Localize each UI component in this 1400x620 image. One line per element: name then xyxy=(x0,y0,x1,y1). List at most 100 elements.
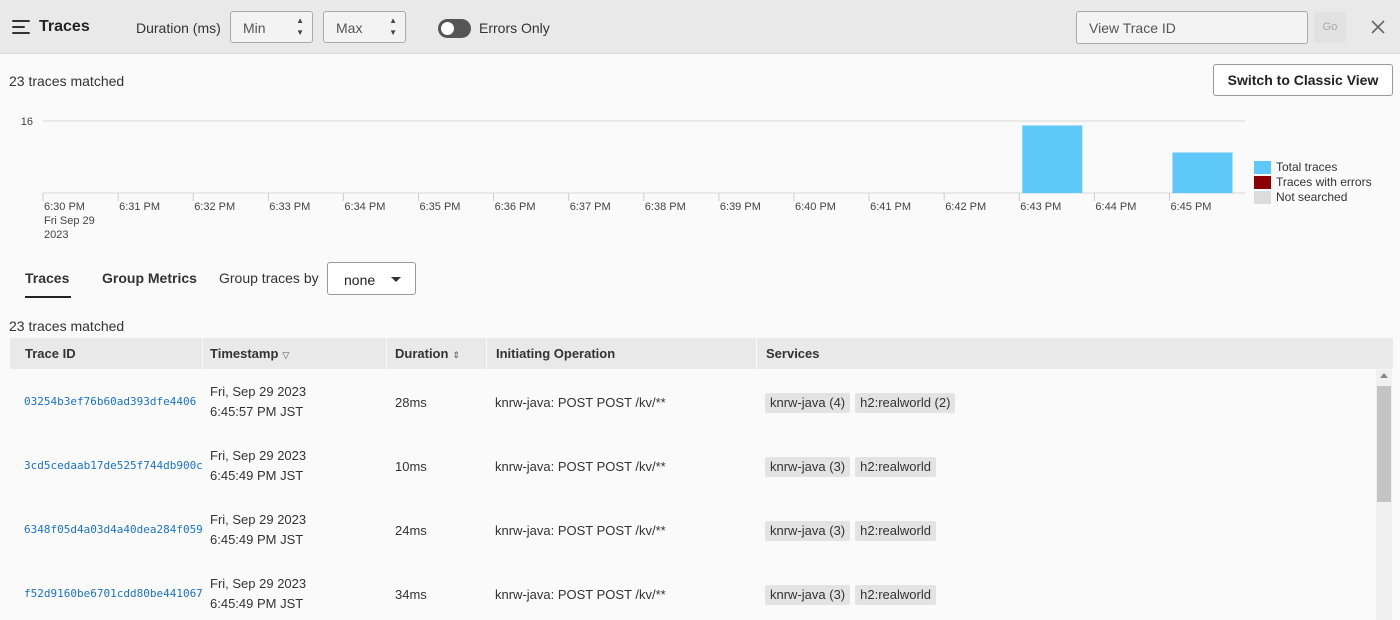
tab-traces[interactable]: Traces xyxy=(25,270,69,286)
operation-cell: knrw-java: POST POST /kv/** xyxy=(495,459,666,474)
chart-legend: Total traces Traces with errors Not sear… xyxy=(1254,160,1372,205)
table-row[interactable]: 6348f05d4a03d4a40dea284f059 Fri, Sep 29 … xyxy=(10,498,1376,562)
timestamp-cell: Fri, Sep 29 2023 6:45:49 PM JST xyxy=(210,510,306,550)
header-label: Initiating Operation xyxy=(496,346,616,361)
x-tick-label: 6:33 PM xyxy=(269,201,310,213)
x-tick-label: 6:38 PM xyxy=(645,201,686,213)
timestamp-time: 6:45:49 PM JST xyxy=(210,596,304,611)
active-tab-indicator xyxy=(25,296,71,298)
errors-only-toggle[interactable] xyxy=(438,19,471,38)
timestamp-date: Fri, Sep 29 2023 xyxy=(210,448,307,463)
timestamp-cell: Fri, Sep 29 2023 6:45:49 PM JST xyxy=(210,446,306,486)
column-divider xyxy=(756,338,757,369)
x-tick-label: 6:35 PM xyxy=(420,201,461,213)
duration-cell: 28ms xyxy=(395,395,427,410)
operation-cell: knrw-java: POST POST /kv/** xyxy=(495,587,666,602)
header-services[interactable]: Services xyxy=(766,338,820,369)
column-divider xyxy=(386,338,387,369)
timestamp-time: 6:45:57 PM JST xyxy=(210,404,304,419)
duration-cell: 10ms xyxy=(395,459,427,474)
x-tick-label: 6:43 PM xyxy=(1020,201,1061,213)
column-divider xyxy=(202,338,203,369)
service-tag: h2:realworld xyxy=(855,457,936,477)
trace-id-link[interactable]: 03254b3ef76b60ad393dfe4406 xyxy=(24,395,202,408)
x-tick-label: 6:34 PM xyxy=(344,201,385,213)
scroll-up-icon[interactable] xyxy=(1380,373,1388,378)
timestamp-cell: Fri, Sep 29 2023 6:45:49 PM JST xyxy=(210,574,306,614)
x-tick-label: 6:39 PM xyxy=(720,201,761,213)
close-icon[interactable] xyxy=(1370,19,1386,35)
table-row[interactable]: 03254b3ef76b60ad393dfe4406 Fri, Sep 29 2… xyxy=(10,370,1376,434)
trace-id-link[interactable]: 6348f05d4a03d4a40dea284f059 xyxy=(24,523,202,536)
chevron-down-icon xyxy=(391,277,401,282)
duration-label: Duration (ms) xyxy=(136,20,221,36)
switch-classic-view-button[interactable]: Switch to Classic View xyxy=(1213,64,1393,96)
timestamp-date: Fri, Sep 29 2023 xyxy=(210,576,307,591)
trace-id-link[interactable]: f52d9160be6701cdd80be441067 xyxy=(24,587,202,600)
legend-traces-with-errors: Traces with errors xyxy=(1254,175,1372,190)
sort-desc-icon: ▽ xyxy=(282,350,290,360)
service-tag: h2:realworld xyxy=(855,585,936,605)
duration-cell: 24ms xyxy=(395,523,427,538)
x-tick-label: 6:42 PM xyxy=(945,201,986,213)
legend-total-traces: Total traces xyxy=(1254,160,1372,175)
legend-swatch xyxy=(1254,161,1271,174)
timestamp-date: Fri, Sep 29 2023 xyxy=(210,512,307,527)
max-duration-input[interactable]: Max ▲ ▼ xyxy=(323,11,406,43)
legend-swatch xyxy=(1254,176,1271,189)
header-label: Duration xyxy=(395,346,449,361)
scrollbar-thumb[interactable] xyxy=(1377,386,1391,502)
header-label: Services xyxy=(766,346,820,361)
group-by-select[interactable]: none xyxy=(327,262,416,295)
services-cell: knrw-java (3) h2:realworld xyxy=(765,585,941,605)
service-tag: h2:realworld xyxy=(855,521,936,541)
max-placeholder: Max xyxy=(336,20,363,36)
x-tick-label: 6:30 PM xyxy=(44,201,85,213)
x-tick-sublabel: 2023 xyxy=(44,229,68,241)
traces-matched-count: 23 traces matched xyxy=(9,73,125,89)
group-traces-by-label: Group traces by xyxy=(219,270,319,286)
x-tick-label: 6:44 PM xyxy=(1095,201,1136,213)
min-duration-input[interactable]: Min ▲ ▼ xyxy=(230,11,313,43)
header-initiating-operation[interactable]: Initiating Operation xyxy=(496,338,615,369)
x-tick-label: 6:45 PM xyxy=(1171,201,1212,213)
bar-total-traces xyxy=(1022,125,1083,193)
services-cell: knrw-java (4) h2:realworld (2) xyxy=(765,393,960,413)
services-cell: knrw-java (3) h2:realworld xyxy=(765,521,941,541)
max-stepper-icon[interactable]: ▲ ▼ xyxy=(389,15,397,39)
table-row[interactable]: 3cd5cedaab17de525f744db900c Fri, Sep 29 … xyxy=(10,434,1376,498)
x-tick-label: 6:41 PM xyxy=(870,201,911,213)
x-tick-label: 6:37 PM xyxy=(570,201,611,213)
legend-swatch xyxy=(1254,191,1271,204)
legend-label: Not searched xyxy=(1276,190,1348,204)
header-label: Trace ID xyxy=(25,346,76,361)
table-header: Trace ID Timestamp ▽ Duration ⇕ Initiating… xyxy=(10,338,1393,369)
go-button[interactable]: Go xyxy=(1314,12,1346,43)
menu-icon[interactable] xyxy=(12,20,30,34)
x-tick-sublabel: Fri Sep 29 xyxy=(44,215,95,227)
table-matched-count: 23 traces matched xyxy=(9,318,125,334)
trace-id-link[interactable]: 3cd5cedaab17de525f744db900c xyxy=(24,459,202,472)
x-tick-label: 6:40 PM xyxy=(795,201,836,213)
min-stepper-icon[interactable]: ▲ ▼ xyxy=(296,15,304,39)
group-by-value: none xyxy=(344,272,376,288)
header-duration[interactable]: Duration ⇕ xyxy=(395,338,460,369)
tab-group-metrics[interactable]: Group Metrics xyxy=(102,270,197,286)
header-trace-id[interactable]: Trace ID xyxy=(25,338,76,369)
column-divider xyxy=(486,338,487,369)
traces-histogram: 16 6:30 PM 6:31 PM 6:32 PM 6:33 PM 6:34 PM 6:3… xyxy=(21,116,1245,241)
bar-total-traces xyxy=(1172,152,1233,193)
header-label: Timestamp xyxy=(210,346,279,361)
header-timestamp[interactable]: Timestamp ▽ xyxy=(210,338,289,369)
x-tick-label: 6:32 PM xyxy=(194,201,235,213)
page-title: Traces xyxy=(39,18,90,35)
x-tick-label: 6:31 PM xyxy=(119,201,160,213)
table-row[interactable]: f52d9160be6701cdd80be441067 Fri, Sep 29 … xyxy=(10,556,1376,620)
y-tick-label: 16 xyxy=(21,116,33,128)
operation-cell: knrw-java: POST POST /kv/** xyxy=(495,523,666,538)
toggle-knob xyxy=(441,22,454,35)
operation-cell: knrw-java: POST POST /kv/** xyxy=(495,395,666,410)
trace-id-input[interactable] xyxy=(1076,11,1308,44)
errors-only-label: Errors Only xyxy=(479,20,550,36)
service-tag: knrw-java (4) xyxy=(765,393,851,413)
